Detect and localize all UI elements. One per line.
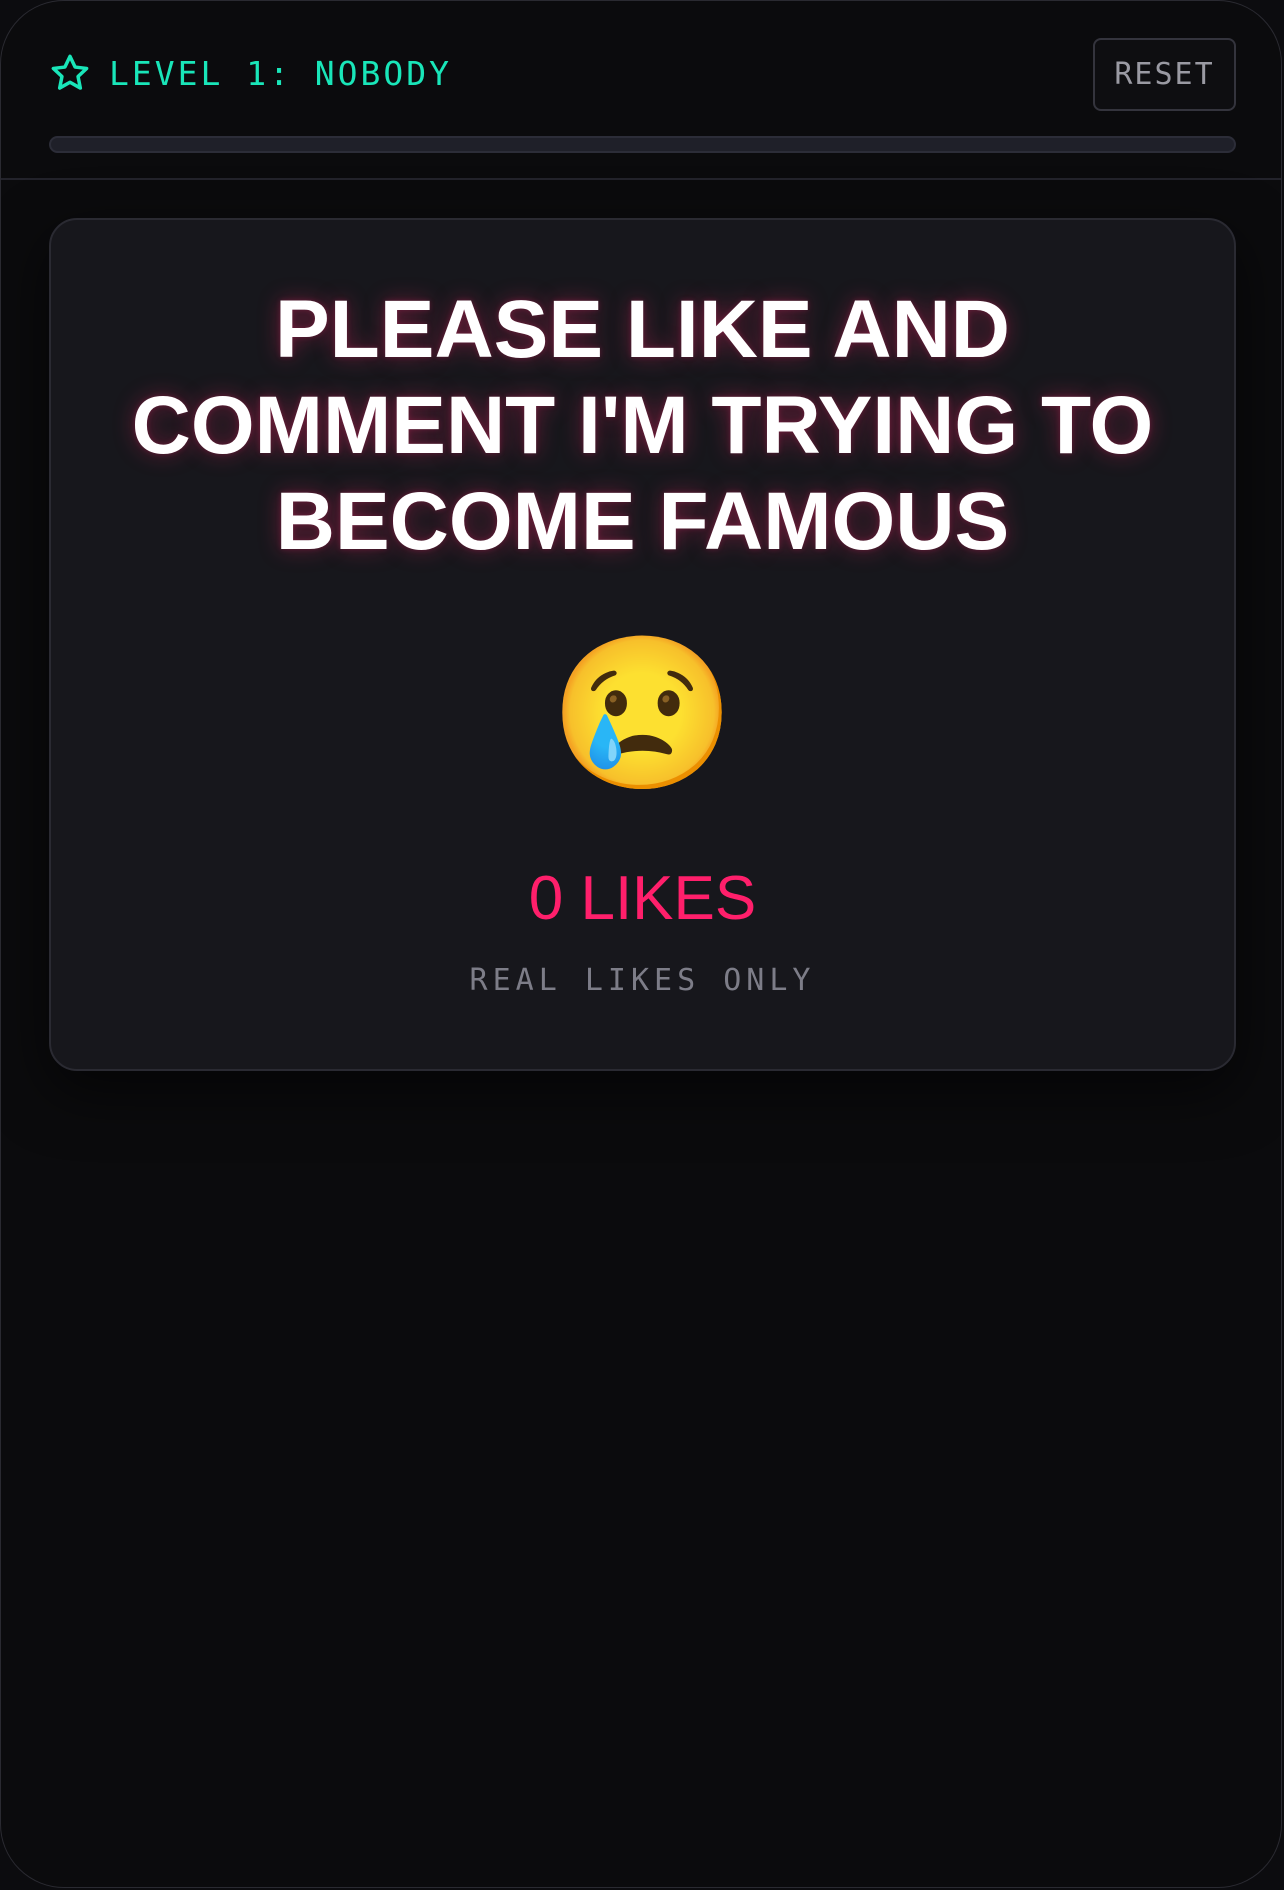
post-card: PLEASE LIKE AND COMMENT I'M TRYING TO BE… (49, 218, 1236, 1071)
likes-count: 0 LIKES (528, 864, 757, 933)
app-frame: LEVEL 1: NOBODY RESET PLEASE LIKE AND CO… (0, 0, 1282, 1888)
level-progress-bar (49, 136, 1236, 153)
level-label: LEVEL 1: NOBODY (109, 53, 453, 93)
crying-face-icon: 😢 (549, 629, 736, 797)
reset-button[interactable]: RESET (1093, 38, 1236, 111)
likes-note: REAL LIKES ONLY (469, 963, 816, 998)
level-indicator: LEVEL 1: NOBODY (49, 51, 452, 95)
header-bar: LEVEL 1: NOBODY RESET (1, 1, 1281, 180)
post-headline: PLEASE LIKE AND COMMENT I'M TRYING TO BE… (131, 284, 1154, 567)
star-outline-icon (51, 54, 89, 90)
